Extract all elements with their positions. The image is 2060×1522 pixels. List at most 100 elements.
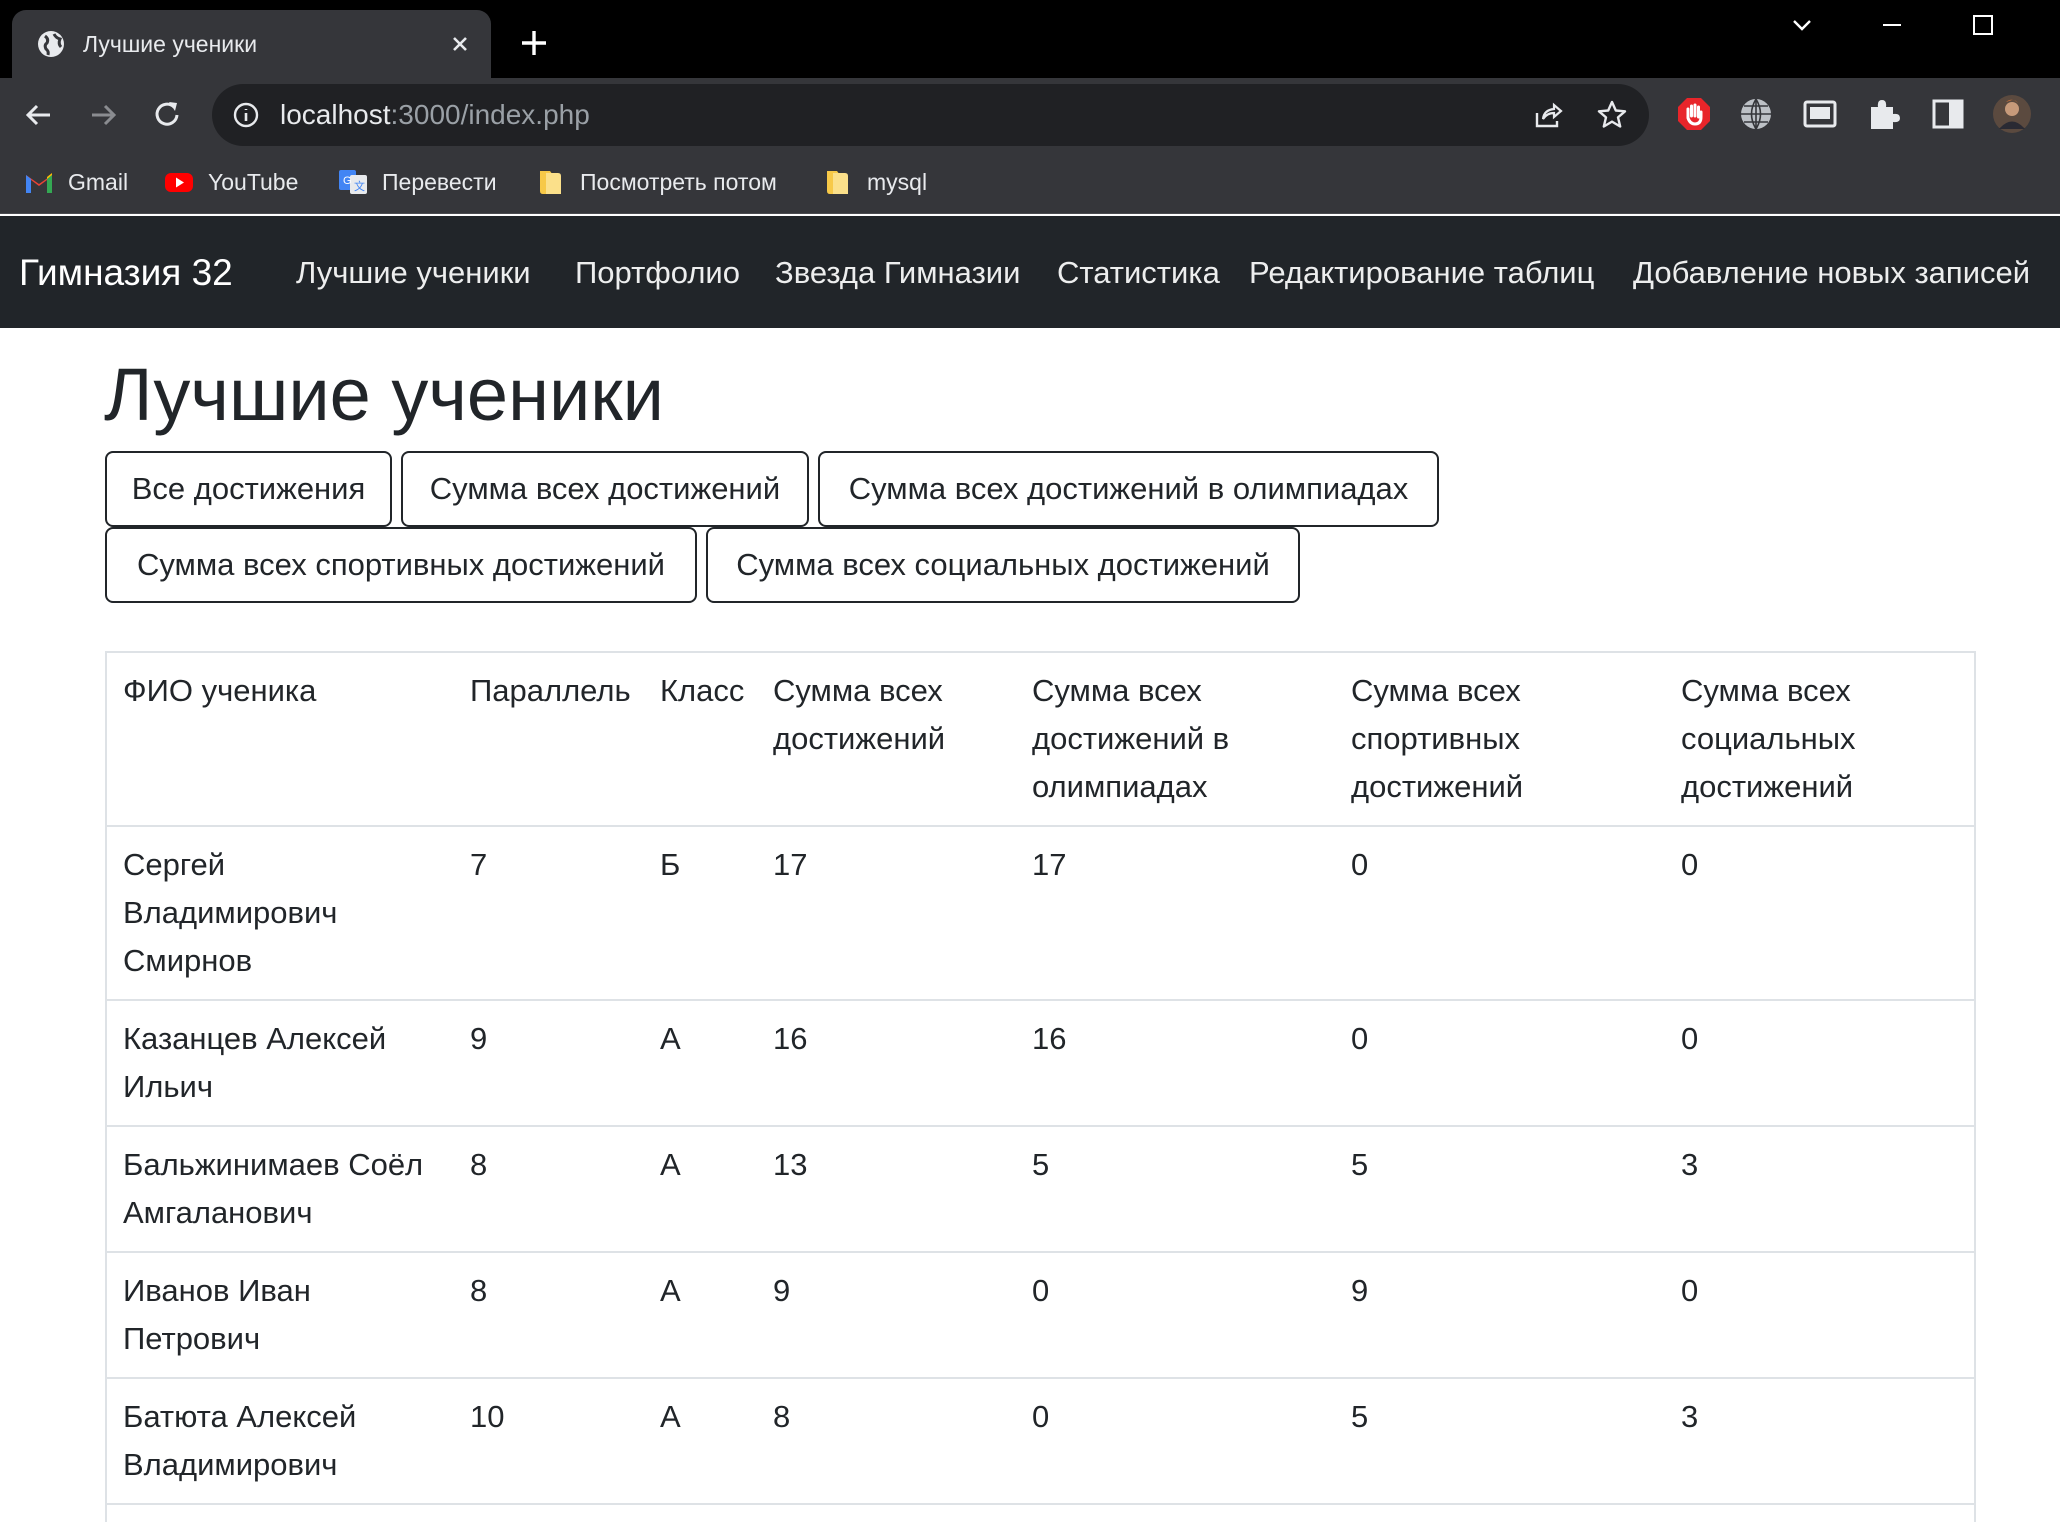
column-header-name: ФИО ученика — [107, 653, 454, 827]
social-cell: 0 — [1665, 1252, 1974, 1379]
info-icon[interactable] — [232, 101, 260, 129]
new-tab-icon[interactable] — [519, 28, 549, 58]
url-path: :3000/index.php — [390, 99, 590, 130]
google-translate-icon: G 文 — [339, 170, 367, 194]
url-text[interactable]: localhost:3000/index.php — [280, 99, 590, 131]
student-name-cell: Сергей Владимирович Смирнов — [107, 826, 454, 1001]
nav-link-add-records[interactable]: Добавление новых записей — [1633, 254, 2030, 292]
svg-text:G: G — [343, 175, 352, 187]
total-cell: 16 — [757, 1000, 1016, 1127]
nav-link-portfolio[interactable]: Портфолио — [575, 254, 740, 292]
olympiad-cell: 0 — [1016, 1378, 1335, 1505]
gmail-icon — [26, 173, 52, 193]
share-icon[interactable] — [1532, 99, 1564, 131]
site-brand[interactable]: Гимназия 32 — [19, 252, 233, 294]
total-cell: 13 — [757, 1126, 1016, 1253]
total-cell: 8 — [757, 1378, 1016, 1505]
class-cell: А — [644, 1126, 757, 1253]
forward-arrow-icon[interactable] — [86, 98, 120, 132]
globe-icon — [38, 31, 64, 57]
folder-icon — [540, 171, 561, 194]
social-cell: 3 — [1665, 1378, 1974, 1505]
social-cell: 0 — [1665, 1000, 1974, 1127]
nav-link-edit-tables[interactable]: Редактирование таблиц — [1249, 254, 1594, 292]
folder-icon — [827, 171, 848, 194]
sport-cell: 0 — [1335, 1000, 1665, 1127]
table-row: Батюта Алексей Владимирович 10 А 8 0 5 3 — [107, 1378, 1974, 1505]
students-table: ФИО ученика Параллель Класс Сумма всех д… — [107, 653, 1974, 1505]
side-panel-icon[interactable] — [1930, 96, 1966, 132]
best-students-table: ФИО ученика Параллель Класс Сумма всех д… — [105, 651, 1976, 1522]
svg-text:文: 文 — [354, 179, 365, 193]
bookmarks-bar: Gmail YouTube G 文 Перевести Посмотреть п… — [0, 152, 2060, 214]
bookmark-label: mysql — [867, 168, 928, 195]
sum-olympiad-achievements-button[interactable]: Сумма всех достижений в олимпиадах — [818, 451, 1439, 527]
student-name-cell: Казанцев Алексей Ильич — [107, 1000, 454, 1127]
table-row: Иванов Иван Петрович 8 А 9 0 9 0 — [107, 1252, 1974, 1379]
olympiad-cell: 0 — [1016, 1252, 1335, 1379]
address-bar[interactable]: localhost:3000/index.php — [212, 84, 1649, 146]
bookmark-label: Gmail — [68, 168, 129, 195]
page-title: Лучшие ученики — [104, 353, 664, 436]
sum-all-achievements-button[interactable]: Сумма всех достижений — [401, 451, 809, 527]
minimize-icon[interactable] — [1877, 10, 1907, 40]
reload-icon[interactable] — [150, 98, 184, 132]
class-cell: А — [644, 1378, 757, 1505]
all-achievements-button[interactable]: Все достижения — [105, 451, 392, 527]
social-cell: 3 — [1665, 1126, 1974, 1253]
total-cell: 9 — [757, 1252, 1016, 1379]
bookmark-translate[interactable]: G 文 Перевести — [338, 164, 497, 200]
total-cell: 17 — [757, 826, 1016, 1001]
grade-cell: 8 — [454, 1126, 644, 1253]
sport-cell: 0 — [1335, 826, 1665, 1001]
table-row: Сергей Владимирович Смирнов 7 Б 17 17 0 … — [107, 826, 1974, 1001]
bookmark-label: Перевести — [382, 168, 497, 195]
bookmark-mysql[interactable]: mysql — [823, 164, 927, 200]
nav-link-gymnasium-star[interactable]: Звезда Гимназии — [775, 254, 1020, 292]
student-name-cell: Иванов Иван Петрович — [107, 1252, 454, 1379]
profile-avatar-icon[interactable] — [1992, 94, 2032, 134]
browser-tab-strip: Лучшие ученики — [0, 0, 2060, 78]
table-row: Бальжинимаев Соёл Амгаланович 8 А 13 5 5… — [107, 1126, 1974, 1253]
sport-cell: 5 — [1335, 1378, 1665, 1505]
class-cell: А — [644, 1000, 757, 1127]
table-row: Казанцев Алексей Ильич 9 А 16 16 0 0 — [107, 1000, 1974, 1127]
site-navbar: Гимназия 32 Лучшие ученики Портфолио Зве… — [0, 216, 2060, 328]
social-cell: 0 — [1665, 826, 1974, 1001]
table-header-row: ФИО ученика Параллель Класс Сумма всех д… — [107, 653, 1974, 827]
browser-tab[interactable]: Лучшие ученики — [12, 10, 491, 78]
grade-cell: 7 — [454, 826, 644, 1001]
url-host: localhost — [280, 99, 391, 130]
student-name-cell: Батюта Алексей Владимирович — [107, 1378, 454, 1505]
adblock-extension-icon[interactable] — [1676, 96, 1712, 132]
web-extension-icon[interactable] — [1738, 96, 1774, 132]
sum-social-achievements-button[interactable]: Сумма всех социальных достижений — [706, 527, 1300, 603]
column-header-class: Класс — [644, 653, 757, 827]
back-arrow-icon[interactable] — [22, 98, 56, 132]
picture-in-picture-icon[interactable] — [1802, 96, 1838, 132]
column-header-sport: Сумма всех спортивных достижений — [1335, 653, 1665, 827]
grade-cell: 10 — [454, 1378, 644, 1505]
maximize-icon[interactable] — [1968, 10, 1998, 40]
close-tab-icon[interactable] — [446, 30, 474, 58]
browser-toolbar: localhost:3000/index.php — [0, 78, 2060, 152]
bookmark-gmail[interactable]: Gmail — [24, 164, 128, 200]
grade-cell: 8 — [454, 1252, 644, 1379]
bookmark-star-icon[interactable] — [1596, 99, 1628, 131]
youtube-icon — [165, 173, 193, 192]
bookmark-label: YouTube — [208, 168, 299, 195]
class-cell: А — [644, 1252, 757, 1379]
column-header-social: Сумма всех социальных достижений — [1665, 653, 1974, 827]
column-header-olympiad: Сумма всех достижений в олимпиадах — [1016, 653, 1335, 827]
bookmark-label: Посмотреть потом — [580, 168, 777, 195]
tab-title: Лучшие ученики — [83, 31, 258, 57]
sum-sport-achievements-button[interactable]: Сумма всех спортивных достижений — [105, 527, 697, 603]
chevron-down-icon[interactable] — [1787, 10, 1817, 40]
bookmark-watch-later[interactable]: Посмотреть потом — [536, 164, 777, 200]
nav-link-statistics[interactable]: Статистика — [1057, 254, 1220, 292]
nav-link-best-students[interactable]: Лучшие ученики — [296, 254, 531, 292]
extensions-puzzle-icon[interactable] — [1866, 96, 1902, 132]
student-name-cell: Бальжинимаев Соёл Амгаланович — [107, 1126, 454, 1253]
olympiad-cell: 16 — [1016, 1000, 1335, 1127]
bookmark-youtube[interactable]: YouTube — [164, 164, 298, 200]
